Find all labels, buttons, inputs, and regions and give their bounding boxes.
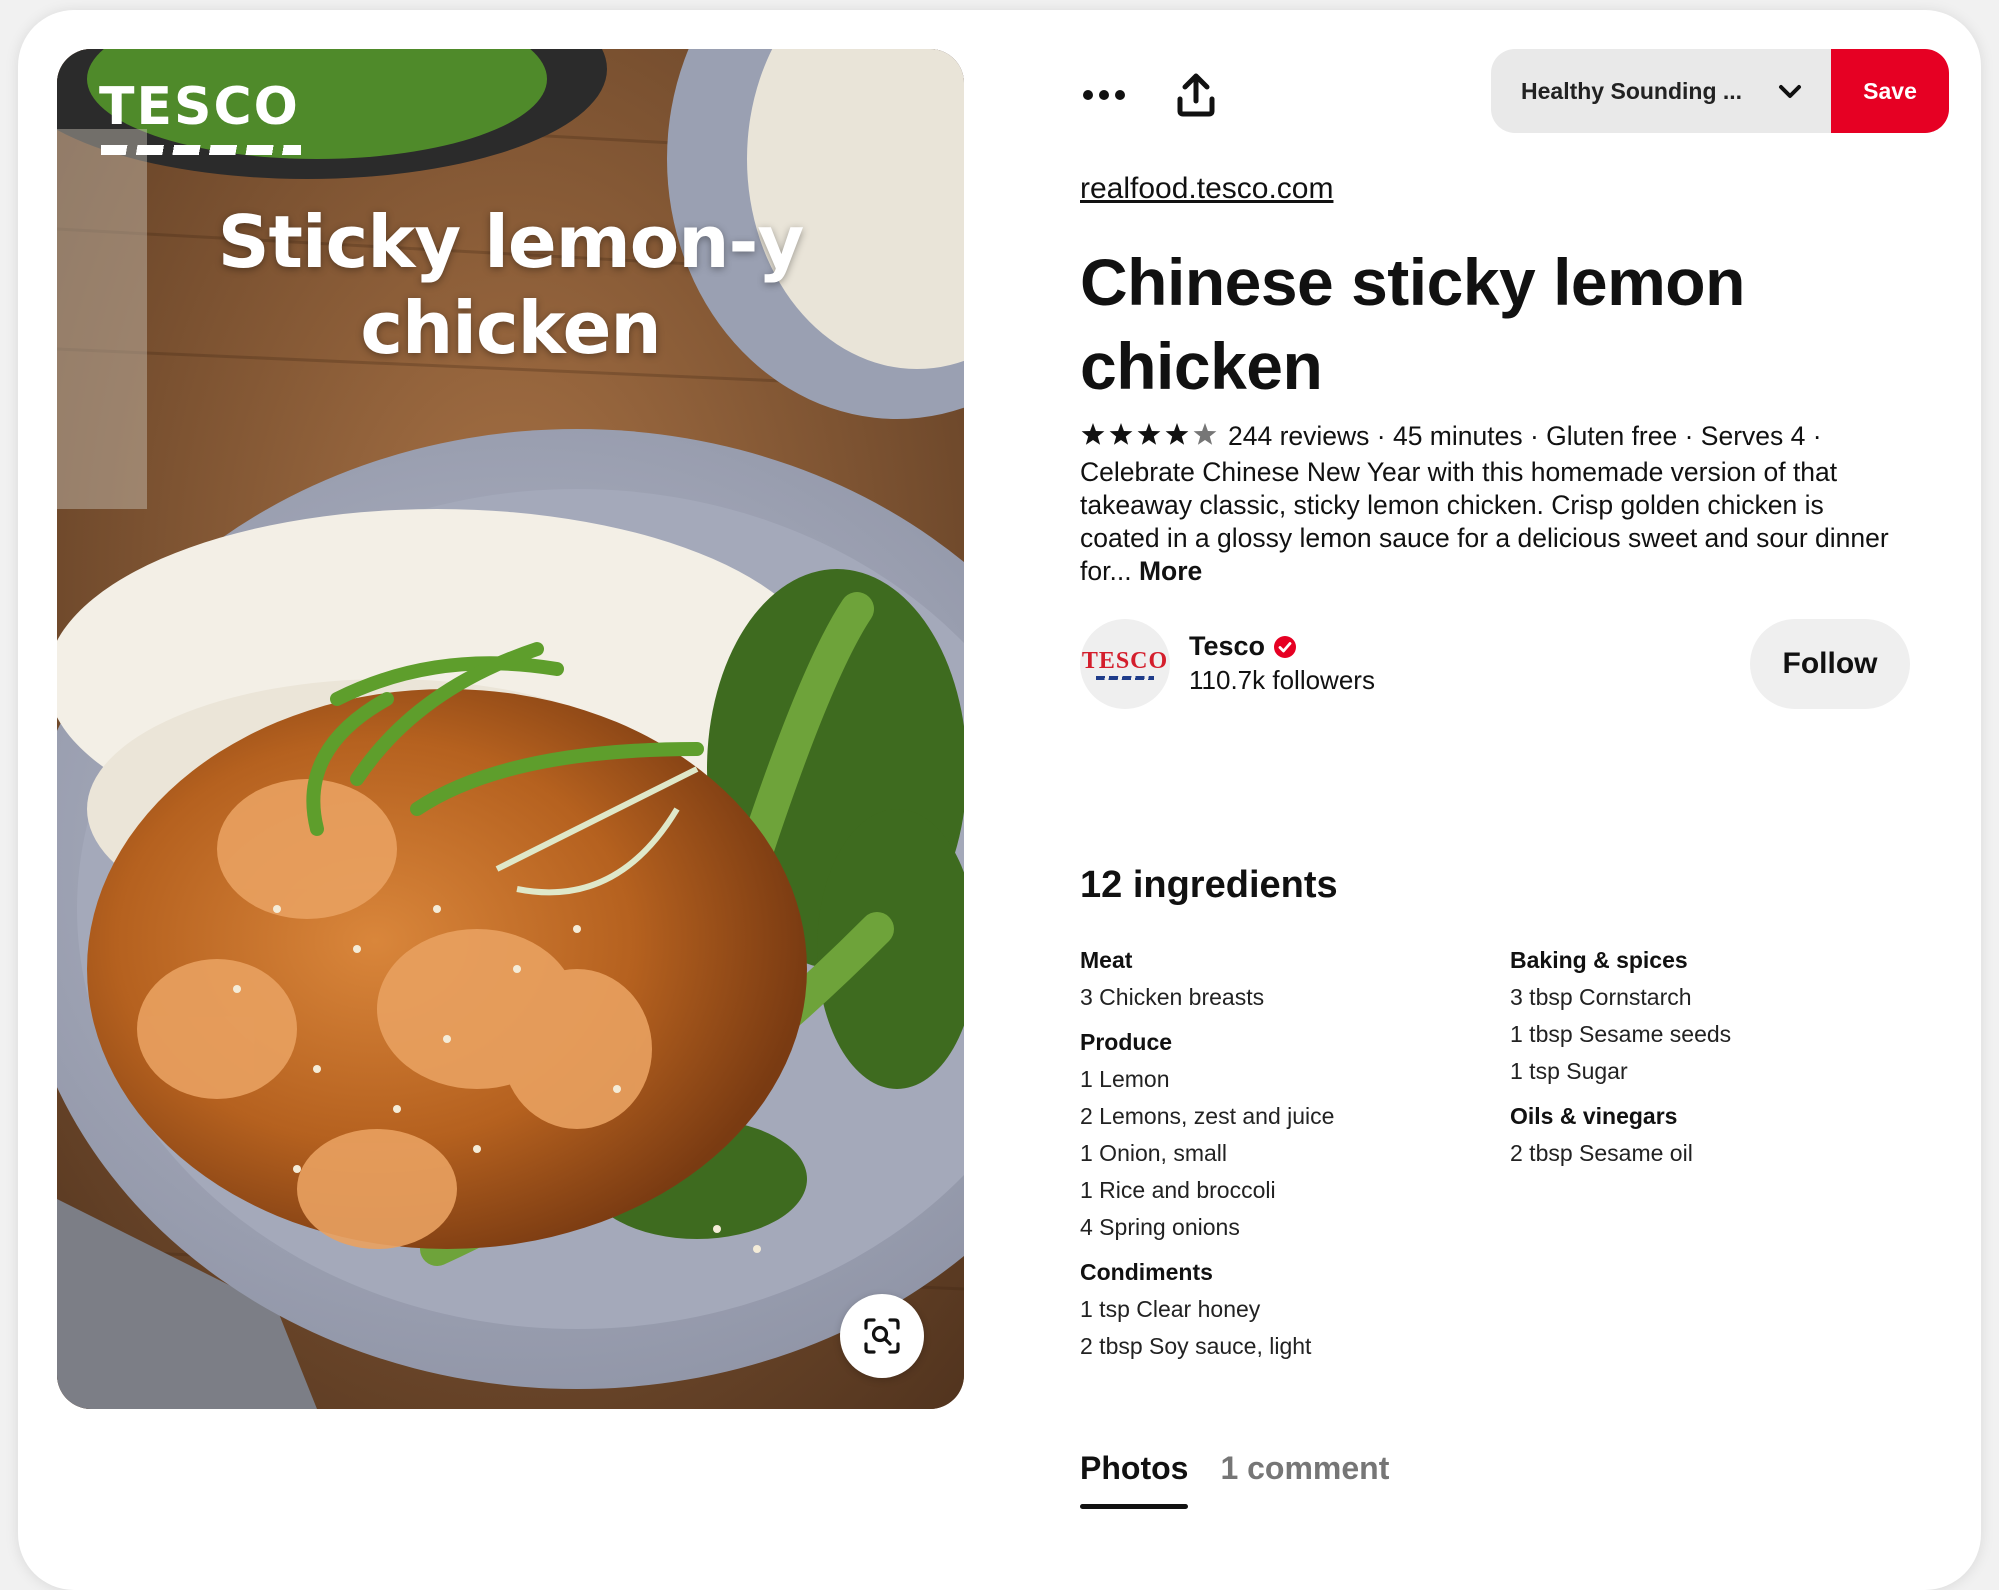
ingredient-item: 1 Rice and broccoli xyxy=(1080,1177,1276,1203)
ingredient-category: Meat xyxy=(1080,947,1133,973)
tab-photos[interactable]: Photos xyxy=(1080,1450,1189,1509)
source-link[interactable]: realfood.tesco.com xyxy=(1080,172,1333,206)
star-icon xyxy=(1137,423,1161,445)
star-icon xyxy=(1165,423,1189,445)
visual-search-button[interactable] xyxy=(840,1294,924,1378)
more-options-button[interactable] xyxy=(1072,70,1136,120)
creator-avatar[interactable]: TESCO xyxy=(1080,619,1170,709)
ingredient-item: 1 Lemon xyxy=(1080,1066,1170,1092)
chevron-down-icon xyxy=(1779,85,1801,98)
ingredient-category: Produce xyxy=(1080,1029,1173,1055)
ingredient-category: Condiments xyxy=(1080,1259,1213,1285)
review-meta: 244 reviews · 45 minutes · Gluten free ·… xyxy=(1228,421,1822,451)
creator-name: Tesco xyxy=(1189,631,1266,661)
star-icon xyxy=(1193,423,1217,445)
ingredient-item: 3 tbsp Cornstarch xyxy=(1510,984,1692,1010)
ingredient-item: 2 tbsp Soy sauce, light xyxy=(1080,1333,1312,1359)
visual-search-icon xyxy=(864,1318,900,1354)
ingredient-category: Oils & vinegars xyxy=(1510,1103,1678,1129)
star-icon xyxy=(1109,423,1133,445)
ellipsis-icon xyxy=(1083,90,1125,100)
ingredients-heading: 12 ingredients xyxy=(1080,864,1338,906)
ingredient-item: 2 tbsp Sesame oil xyxy=(1510,1140,1693,1166)
pin-title: Chinese sticky lemon chicken xyxy=(1080,245,1745,403)
follow-button[interactable]: Follow xyxy=(1750,619,1910,709)
tesco-logo-stripes xyxy=(101,145,301,155)
star-rating xyxy=(1080,422,1222,456)
creator-name-row[interactable]: Tesco xyxy=(1189,631,1297,662)
ingredient-item: 1 tsp Sugar xyxy=(1510,1058,1628,1084)
ingredient-item: 2 Lemons, zest and juice xyxy=(1080,1103,1335,1129)
pin-image[interactable]: TESCO Sticky lemon-y chicken xyxy=(57,49,964,1409)
avatar-logo-text: TESCO xyxy=(1081,648,1169,674)
ingredient-item: 4 Spring onions xyxy=(1080,1214,1240,1240)
ingredients-column-right: Baking & spices 3 tbsp Cornstarch 1 tbsp S… xyxy=(1510,942,1731,1172)
tab-comments[interactable]: 1 comment xyxy=(1220,1450,1389,1487)
board-dropdown[interactable]: Healthy Sounding ... xyxy=(1491,49,1831,133)
share-icon xyxy=(1177,73,1215,117)
ingredients-column-left: Meat 3 Chicken breasts Produce 1 Lemon 2 Lem… xyxy=(1080,942,1334,1365)
ingredient-item: 1 Onion, small xyxy=(1080,1140,1228,1166)
image-title-line: Sticky lemon-y xyxy=(217,200,805,284)
pin-description-block: 244 reviews · 45 minutes · Gluten free ·… xyxy=(1080,420,1910,588)
tesco-logo: TESCO xyxy=(99,77,300,137)
star-icon xyxy=(1081,423,1105,445)
detail-tabs: Photos 1 comment xyxy=(1080,1450,1389,1509)
save-button[interactable]: Save xyxy=(1831,49,1949,133)
image-title: Sticky lemon-y chicken xyxy=(57,199,964,371)
share-button[interactable] xyxy=(1170,70,1222,120)
star-rating-icons xyxy=(1081,423,1217,445)
verified-badge-icon xyxy=(1274,635,1297,658)
ingredient-item: 3 Chicken breasts xyxy=(1080,984,1265,1010)
avatar-logo-stripes xyxy=(1096,676,1154,680)
ingredient-category: Baking & spices xyxy=(1510,947,1688,973)
more-link[interactable]: More xyxy=(1139,556,1202,586)
board-name: Healthy Sounding ... xyxy=(1521,77,1743,104)
ingredient-item: 1 tsp Clear honey xyxy=(1080,1296,1261,1322)
image-title-line: chicken xyxy=(360,286,661,370)
ingredient-item: 1 tbsp Sesame seeds xyxy=(1510,1021,1732,1047)
follower-count: 110.7k followers xyxy=(1189,665,1375,695)
